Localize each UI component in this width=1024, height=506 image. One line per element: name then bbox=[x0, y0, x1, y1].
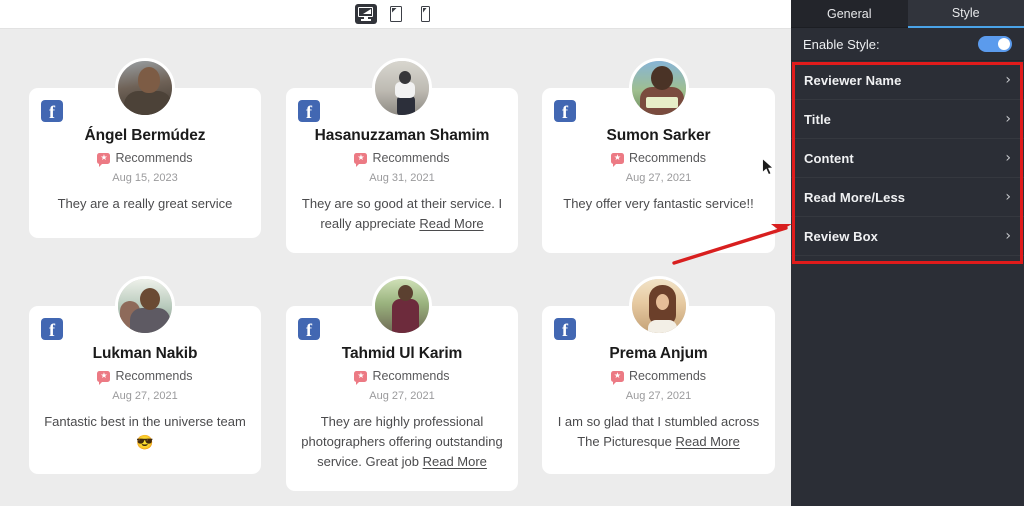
enable-style-row: Enable Style: bbox=[791, 28, 1024, 61]
review-card[interactable]: f Tahmid Ul Karim ★ Recommends Aug 27, 2… bbox=[286, 276, 518, 491]
tab-style[interactable]: Style bbox=[907, 0, 1024, 28]
toggle-knob bbox=[998, 38, 1010, 50]
avatar bbox=[372, 58, 432, 118]
recommend-icon: ★ bbox=[610, 152, 624, 167]
recommends-label: Recommends bbox=[115, 151, 193, 165]
section-title[interactable]: Title › bbox=[791, 100, 1024, 139]
avatar bbox=[628, 58, 689, 118]
device-tablet-button[interactable] bbox=[385, 4, 407, 24]
section-label: Reviewer Name bbox=[804, 72, 902, 88]
review-card[interactable]: f Lukman Nakib ★ Recommends Aug 27, 2021… bbox=[29, 276, 261, 474]
recommends-label: Recommends bbox=[628, 151, 707, 165]
read-more-link[interactable]: Read More bbox=[419, 216, 483, 231]
reviewer-name: Prema Anjum bbox=[609, 345, 708, 362]
facebook-icon: f bbox=[554, 318, 576, 340]
review-content: They offer very fantastic service!! bbox=[556, 194, 761, 214]
tab-general-label: General bbox=[827, 6, 872, 21]
sidebar-tabs: General Style bbox=[791, 0, 1024, 28]
device-preview-toolbar bbox=[0, 0, 791, 29]
recommends-label: Recommends bbox=[628, 369, 707, 383]
avatar bbox=[115, 58, 175, 118]
reviewer-name: Lukman Nakib bbox=[92, 345, 198, 362]
recommend-icon: ★ bbox=[354, 370, 368, 385]
facebook-icon: f bbox=[298, 318, 320, 340]
device-mobile-button[interactable] bbox=[415, 4, 437, 24]
tablet-icon bbox=[389, 6, 402, 22]
review-date: Aug 27, 2021 bbox=[112, 390, 178, 402]
reviewer-name: Ángel Bermúdez bbox=[84, 127, 206, 144]
review-content: I am so glad that I stumbled across The … bbox=[556, 412, 761, 452]
avatar bbox=[115, 276, 175, 336]
recommends-badge-row: ★ Recommends bbox=[542, 369, 775, 385]
preview-canvas: f Ángel Bermúdez ★ Recommends Aug 15, 20… bbox=[0, 0, 791, 506]
review-content: Fantastic best in the universe team 😎 bbox=[43, 412, 247, 452]
avatar bbox=[628, 276, 689, 336]
chevron-right-icon: › bbox=[1005, 228, 1011, 244]
section-read-more-less[interactable]: Read More/Less › bbox=[791, 178, 1024, 217]
section-review-box[interactable]: Review Box › bbox=[791, 217, 1024, 256]
review-text: They offer very fantastic service!! bbox=[563, 196, 754, 211]
review-date: Aug 15, 2023 bbox=[112, 172, 178, 184]
recommends-badge-row: ★ Recommends bbox=[29, 369, 261, 385]
chevron-right-icon: › bbox=[1005, 189, 1011, 205]
review-text: They are a really great service bbox=[57, 196, 233, 211]
chevron-right-icon: › bbox=[1005, 111, 1011, 127]
recommends-badge-row: ★ Recommends bbox=[29, 151, 261, 167]
recommends-label: Recommends bbox=[372, 151, 450, 165]
section-reviewer-name[interactable]: Reviewer Name › bbox=[791, 61, 1024, 100]
mobile-icon bbox=[421, 6, 430, 22]
section-content[interactable]: Content › bbox=[791, 139, 1024, 178]
recommend-icon: ★ bbox=[97, 370, 111, 385]
tab-style-label: Style bbox=[951, 6, 980, 20]
review-emoji: 😎 bbox=[136, 434, 154, 450]
recommends-label: Recommends bbox=[372, 369, 450, 383]
reviewer-name: Tahmid Ul Karim bbox=[341, 345, 463, 362]
review-card[interactable]: f Hasanuzzaman Shamim ★ Recommends Aug 3… bbox=[286, 58, 518, 253]
recommend-icon: ★ bbox=[610, 370, 624, 385]
tab-general[interactable]: General bbox=[791, 0, 908, 28]
section-label: Read More/Less bbox=[804, 189, 906, 205]
reviewer-name: Sumon Sarker bbox=[606, 127, 711, 144]
enable-style-toggle[interactable] bbox=[978, 36, 1012, 52]
avatar bbox=[372, 276, 432, 336]
review-card[interactable]: f Sumon Sarker ★ Recommends Aug 27, 2021… bbox=[542, 58, 775, 253]
review-date: Aug 27, 2021 bbox=[625, 172, 692, 184]
recommends-badge-row: ★ Recommends bbox=[286, 369, 518, 385]
review-date: Aug 31, 2021 bbox=[369, 172, 435, 184]
review-content: They are a really great service bbox=[43, 194, 247, 214]
review-content: They are highly professional photographe… bbox=[300, 412, 504, 472]
desktop-icon bbox=[358, 7, 373, 21]
facebook-icon: f bbox=[41, 318, 63, 340]
device-desktop-button[interactable] bbox=[354, 4, 377, 24]
review-card[interactable]: f Prema Anjum ★ Recommends Aug 27, 2021 … bbox=[542, 276, 775, 474]
review-content: They are so good at their service. I rea… bbox=[300, 194, 504, 234]
style-sections-list: Reviewer Name › Title › Content › Read M… bbox=[791, 61, 1024, 256]
chevron-right-icon: › bbox=[1005, 150, 1011, 166]
recommends-badge-row: ★ Recommends bbox=[286, 151, 518, 167]
enable-style-label: Enable Style: bbox=[803, 36, 880, 52]
recommends-label: Recommends bbox=[115, 369, 193, 383]
reviewer-name: Hasanuzzaman Shamim bbox=[314, 127, 490, 144]
recommend-icon: ★ bbox=[354, 152, 368, 167]
recommends-badge-row: ★ Recommends bbox=[542, 151, 775, 167]
review-text: Fantastic best in the universe team bbox=[44, 414, 246, 429]
chevron-right-icon: › bbox=[1005, 72, 1011, 88]
facebook-icon: f bbox=[298, 100, 320, 122]
facebook-icon: f bbox=[554, 100, 576, 122]
review-card[interactable]: f Ángel Bermúdez ★ Recommends Aug 15, 20… bbox=[29, 58, 261, 238]
section-label: Title bbox=[804, 111, 831, 127]
section-label: Review Box bbox=[804, 228, 878, 244]
read-more-link[interactable]: Read More bbox=[675, 434, 739, 449]
section-label: Content bbox=[804, 150, 854, 166]
style-settings-sidebar: General Style Enable Style: Reviewer Nam… bbox=[791, 0, 1024, 506]
facebook-icon: f bbox=[41, 100, 63, 122]
recommend-icon: ★ bbox=[97, 152, 111, 167]
review-date: Aug 27, 2021 bbox=[625, 390, 692, 402]
read-more-link[interactable]: Read More bbox=[423, 454, 487, 469]
review-date: Aug 27, 2021 bbox=[369, 390, 435, 402]
